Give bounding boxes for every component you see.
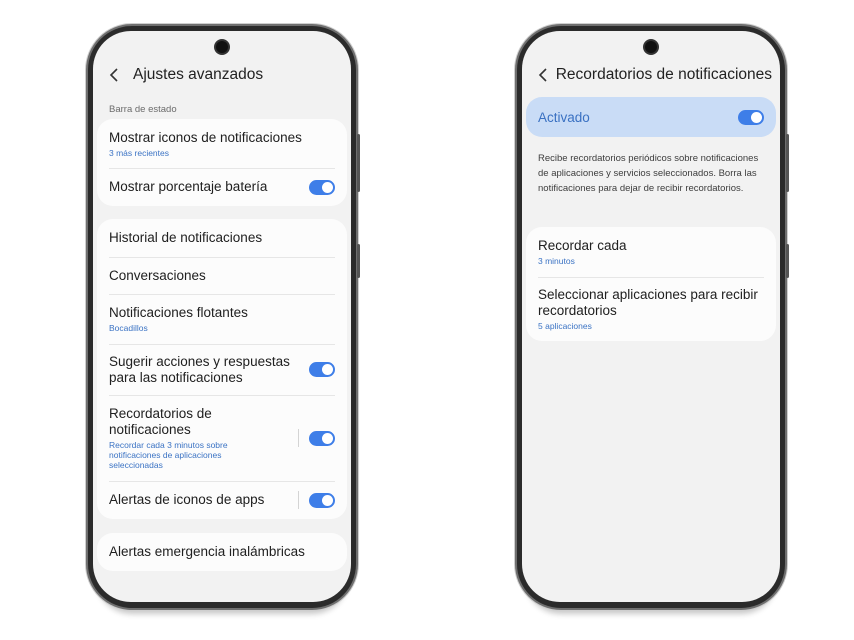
camera-icon	[645, 41, 657, 53]
card-status-bar: Mostrar iconos de notificaciones 3 más r…	[97, 119, 347, 206]
volume-button	[357, 134, 360, 192]
row-title: Conversaciones	[109, 267, 206, 283]
row-text: Alertas de iconos de apps	[109, 492, 298, 508]
suggest-actions-toggle[interactable]	[309, 362, 335, 377]
row-subtitle: Bocadillos	[109, 323, 148, 333]
row-text: Recordar cada 3 minutos	[538, 238, 764, 266]
row-text: Alertas emergencia inalámbricas	[109, 544, 335, 560]
phone-right: Recordatorios de notificaciones Activado…	[517, 26, 789, 608]
row-text: Conversaciones	[109, 268, 335, 284]
setting-notification-history[interactable]: Historial de notificaciones	[97, 219, 347, 257]
divider	[298, 491, 299, 509]
row-text: Historial de notificaciones	[109, 230, 335, 246]
setting-wireless-emergency-alerts[interactable]: Alertas emergencia inalámbricas	[97, 533, 347, 571]
phone-left: Ajustes avanzados Barra de estado Mostra…	[88, 26, 360, 608]
right-screen: Recordatorios de notificaciones Activado…	[522, 31, 780, 602]
card-emergency: Alertas emergencia inalámbricas	[97, 533, 347, 571]
back-chevron-icon	[109, 68, 118, 82]
setting-show-notification-icons[interactable]: Mostrar iconos de notificaciones 3 más r…	[97, 119, 347, 168]
power-button	[786, 244, 789, 278]
row-title: Recordatorios de notificaciones	[109, 406, 212, 437]
row-title: Notificaciones flotantes	[109, 305, 248, 320]
left-screen: Ajustes avanzados Barra de estado Mostra…	[93, 31, 351, 602]
app-icon-badges-toggle[interactable]	[309, 492, 335, 508]
battery-percentage-toggle[interactable]	[309, 179, 335, 195]
activated-toggle[interactable]	[738, 109, 764, 125]
description-text: Recibe recordatorios periódicos sobre no…	[538, 153, 759, 194]
power-button	[357, 244, 360, 278]
setting-app-icon-badges[interactable]: Alertas de iconos de apps	[97, 481, 347, 519]
setting-floating-notifications[interactable]: Notificaciones flotantes Bocadillos	[97, 294, 347, 344]
section-label-status-bar: Barra de estado	[109, 104, 177, 115]
page-title: Recordatorios de notificaciones	[555, 66, 772, 83]
setting-remind-every[interactable]: Recordar cada 3 minutos	[526, 227, 776, 277]
setting-show-battery-percentage[interactable]: Mostrar porcentaje batería	[97, 168, 347, 206]
row-title: Alertas de iconos de apps	[109, 492, 265, 507]
row-text: Mostrar porcentaje batería	[109, 179, 309, 195]
activated-switch-bar[interactable]: Activado	[526, 97, 776, 137]
back-button[interactable]	[538, 65, 552, 85]
setting-notification-reminders[interactable]: Recordatorios de notificaciones Recordar…	[97, 395, 347, 481]
row-text: Seleccionar aplicaciones para recibir re…	[538, 287, 764, 331]
row-text: Mostrar iconos de notificaciones 3 más r…	[109, 130, 335, 158]
row-subtitle: 3 minutos	[538, 256, 575, 266]
setting-select-apps[interactable]: Seleccionar aplicaciones para recibir re…	[526, 277, 776, 341]
row-subtitle: 5 aplicaciones	[538, 321, 592, 331]
volume-button	[786, 134, 789, 192]
activated-label: Activado	[538, 109, 590, 125]
camera-icon	[216, 41, 228, 53]
row-title: Sugerir acciones y respuestas para las n…	[109, 353, 290, 385]
row-text: Recordatorios de notificaciones Recordar…	[109, 406, 298, 470]
row-subtitle: Recordar cada 3 minutos sobre notificaci…	[109, 440, 228, 470]
left-header: Ajustes avanzados	[109, 65, 343, 85]
setting-conversations[interactable]: Conversaciones	[97, 257, 347, 294]
right-header: Recordatorios de notificaciones	[538, 65, 772, 85]
row-title: Alertas emergencia inalámbricas	[109, 544, 305, 559]
row-title: Historial de notificaciones	[109, 230, 263, 245]
setting-suggest-actions[interactable]: Sugerir acciones y respuestas para las n…	[97, 344, 347, 395]
card-notifications: Historial de notificaciones Conversacion…	[97, 219, 347, 519]
row-title: Seleccionar aplicaciones para recibir re…	[538, 287, 758, 318]
row-title: Mostrar porcentaje batería	[109, 179, 268, 194]
row-text: Sugerir acciones y respuestas para las n…	[109, 354, 309, 386]
card-reminder-options: Recordar cada 3 minutos Seleccionar apli…	[526, 227, 776, 341]
divider	[298, 429, 299, 447]
back-chevron-icon	[538, 68, 547, 82]
page-title: Ajustes avanzados	[133, 66, 264, 83]
notification-reminders-toggle[interactable]	[309, 430, 335, 446]
back-button[interactable]	[109, 65, 129, 85]
row-subtitle: 3 más recientes	[109, 147, 169, 158]
row-title: Recordar cada	[538, 238, 627, 253]
row-text: Notificaciones flotantes Bocadillos	[109, 305, 335, 333]
row-title: Mostrar iconos de notificaciones	[109, 129, 302, 145]
